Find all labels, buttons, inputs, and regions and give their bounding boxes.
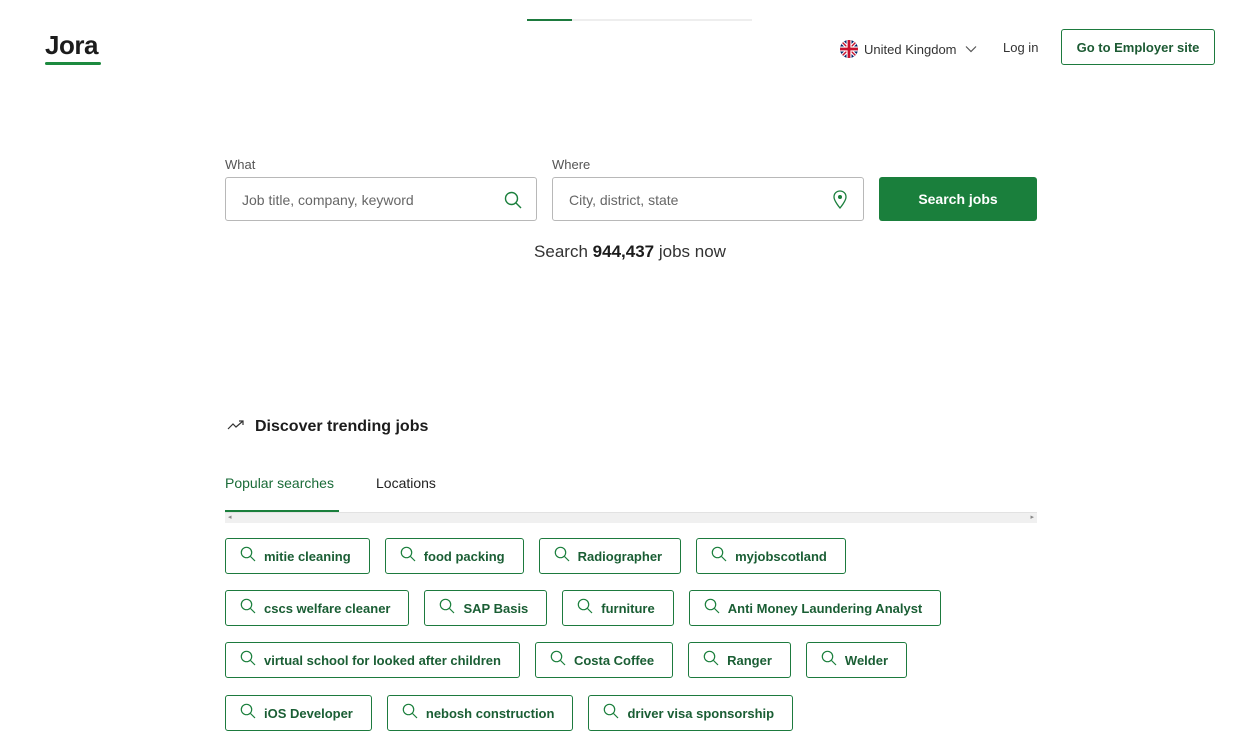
trending-up-icon <box>227 418 245 436</box>
trending-heading: Discover trending jobs <box>227 418 428 436</box>
uk-flag-icon <box>840 40 858 58</box>
where-label: Where <box>552 157 591 172</box>
trending-chip[interactable]: furniture <box>562 590 674 626</box>
search-icon <box>240 546 256 567</box>
chip-label: Welder <box>844 652 889 668</box>
trending-tabs: Popular searches Locations <box>225 472 1037 512</box>
trending-chip[interactable]: cscs welfare cleaner <box>225 590 410 626</box>
jobs-count-value: 944,437 <box>592 242 655 261</box>
jobs-count-prefix: Search <box>534 242 588 261</box>
chip-label: Radiographer <box>577 548 663 564</box>
chip-row-2: cscs welfare cleaner SAP Basis furniture… <box>225 590 942 626</box>
chip-label: food packing <box>423 548 505 564</box>
trending-chip[interactable]: iOS Developer <box>225 695 372 731</box>
tabs-scrollbar[interactable]: ◂ ▸ <box>225 512 1037 523</box>
trending-chip[interactable]: driver visa sponsorship <box>588 695 794 731</box>
chip-label: furniture <box>601 600 655 616</box>
where-field[interactable] <box>552 177 864 222</box>
jobs-count-suffix: jobs now <box>658 242 726 261</box>
chip-label: Anti Money Laundering Analyst <box>727 600 923 616</box>
scroll-left-arrow-icon[interactable]: ◂ <box>228 513 232 523</box>
tab-locations[interactable]: Locations <box>376 475 436 491</box>
chip-label: virtual school for looked after children <box>264 652 501 668</box>
search-icon <box>703 650 719 671</box>
search-icon <box>504 191 522 214</box>
search-icon <box>439 598 455 619</box>
logo-underline <box>45 62 101 65</box>
search-icon <box>711 546 727 567</box>
page-loading-bar-fill <box>527 19 572 21</box>
trending-chip[interactable]: Ranger <box>688 642 791 678</box>
trending-title: Discover trending jobs <box>255 418 429 435</box>
chip-row-3: virtual school for looked after children… <box>225 642 908 678</box>
trending-chip[interactable]: SAP Basis <box>424 590 548 626</box>
jora-logo[interactable]: Jora <box>45 31 101 65</box>
search-icon <box>603 703 619 724</box>
chevron-down-icon <box>965 40 977 58</box>
search-jobs-button[interactable]: Search jobs <box>879 177 1037 221</box>
chip-row-4: iOS Developer nebosh construction driver… <box>225 695 794 731</box>
page-loading-bar <box>527 19 752 21</box>
chip-row-1: mitie cleaning food packing Radiographer… <box>225 538 846 574</box>
trending-chip[interactable]: food packing <box>384 538 524 574</box>
trending-chip[interactable]: Anti Money Laundering Analyst <box>688 590 942 626</box>
trending-chip[interactable]: myjobscotland <box>696 538 846 574</box>
trending-chip[interactable]: Costa Coffee <box>534 642 674 678</box>
search-icon <box>821 650 837 671</box>
scroll-right-arrow-icon[interactable]: ▸ <box>1030 513 1034 523</box>
trending-chip[interactable]: virtual school for looked after children <box>225 642 520 678</box>
chip-label: cscs welfare cleaner <box>264 600 391 616</box>
trending-chip[interactable]: Radiographer <box>538 538 682 574</box>
chip-label: SAP Basis <box>463 600 529 616</box>
search-icon <box>240 650 256 671</box>
where-input[interactable] <box>567 178 821 222</box>
trending-chip[interactable]: nebosh construction <box>386 695 574 731</box>
search-icon <box>577 598 593 619</box>
trending-chip[interactable]: mitie cleaning <box>225 538 370 574</box>
location-pin-icon <box>833 190 847 214</box>
search-icon <box>400 546 416 567</box>
what-label: What <box>225 157 256 172</box>
what-input[interactable] <box>240 178 494 222</box>
country-selector[interactable]: United Kingdom <box>840 38 977 60</box>
search-icon <box>240 598 256 619</box>
login-link[interactable]: Log in <box>1003 40 1038 55</box>
search-icon <box>550 650 566 671</box>
tab-popular-searches[interactable]: Popular searches <box>225 475 334 491</box>
employer-site-button[interactable]: Go to Employer site <box>1061 29 1215 65</box>
chip-label: driver visa sponsorship <box>627 705 775 721</box>
search-icon <box>554 546 570 567</box>
country-label: United Kingdom <box>864 41 957 57</box>
chip-label: myjobscotland <box>735 548 827 564</box>
chip-label: iOS Developer <box>264 705 353 721</box>
search-icon <box>402 703 418 724</box>
chip-label: Ranger <box>727 652 772 668</box>
search-icon <box>240 703 256 724</box>
what-field[interactable] <box>225 177 537 222</box>
chip-label: nebosh construction <box>425 705 555 721</box>
search-icon <box>704 598 720 619</box>
chip-label: Costa Coffee <box>573 652 655 668</box>
trending-chip[interactable]: Welder <box>805 642 908 678</box>
chip-label: mitie cleaning <box>264 548 351 564</box>
jobs-count-text: Search 944,437 jobs now <box>0 242 1260 262</box>
logo-text: Jora <box>45 30 98 60</box>
